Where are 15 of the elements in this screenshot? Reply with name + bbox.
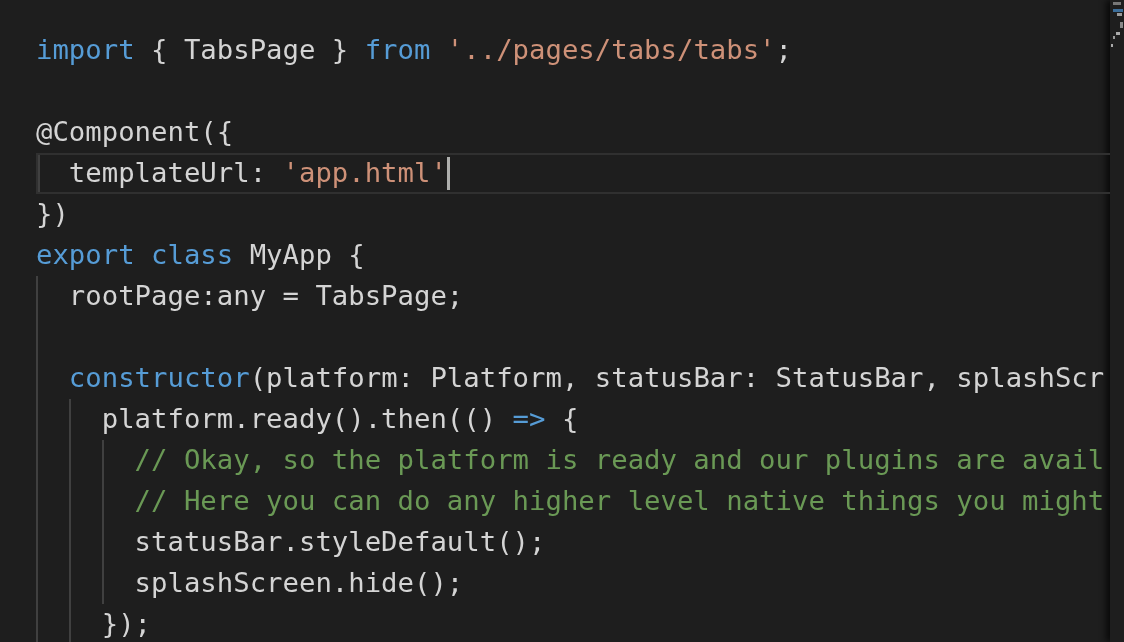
code-line: // Here you can do any higher level native things you might [133, 485, 1105, 518]
code-line: platform.ready().then(() => { [100, 403, 579, 436]
code-line: templateUrl: 'app.html' [67, 157, 447, 190]
code-line: export class MyApp { [36, 239, 365, 272]
code-line: }) [36, 198, 69, 231]
code-line: statusBar.styleDefault(); [133, 526, 546, 559]
minimap-drawing[interactable] [1111, 2, 1123, 48]
code-line: @Component({ [36, 116, 234, 149]
code-line: constructor(platform: Platform, statusBar: StatusBar, splashScr [67, 362, 1105, 395]
code-line: }); [100, 608, 152, 641]
code-line: splashScreen.hide(); [133, 567, 464, 600]
code-line: // Okay, so the platform is ready and our plugins are avail [133, 444, 1105, 477]
code-line: import { TabsPage } from '../pages/tabs/tabs'; [36, 34, 792, 67]
code-line: rootPage:any = TabsPage; [67, 280, 464, 313]
text-cursor [446, 157, 450, 190]
